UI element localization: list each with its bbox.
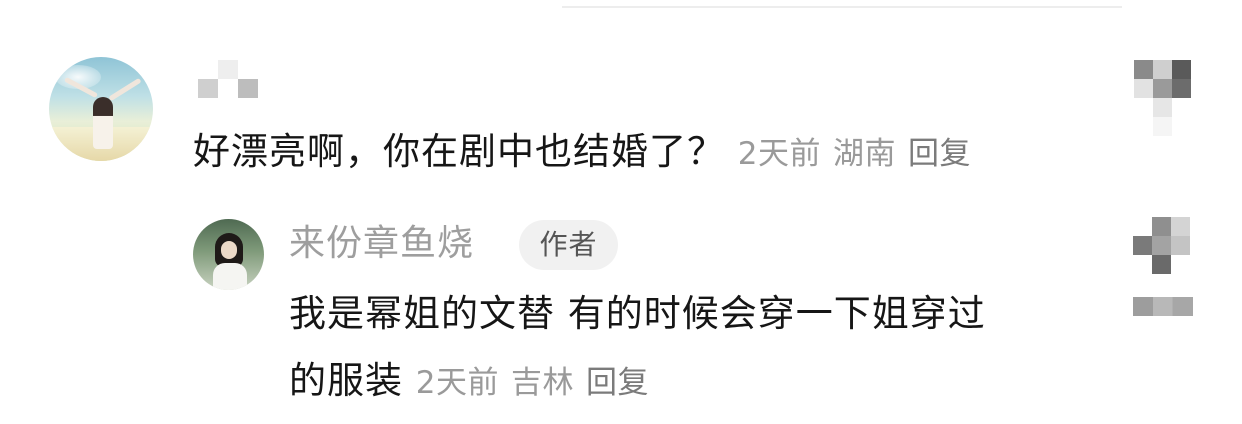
- author-badge: 作者: [519, 220, 618, 270]
- reply-author-name[interactable]: 来份章鱼烧: [289, 222, 474, 266]
- mosaic-cell: [218, 60, 238, 79]
- comment-body: 好漂亮啊，你在剧中也结婚了？ 2天前 湖南 回复: [193, 130, 971, 176]
- comment-location: 湖南: [833, 136, 896, 172]
- mosaic-cell: [218, 79, 238, 98]
- mosaic-cell: [198, 60, 218, 79]
- mosaic-cell: [1171, 236, 1190, 255]
- reply-time: 2天前: [415, 365, 499, 401]
- mosaic-cell: [238, 60, 258, 79]
- commenter-username-blurred[interactable]: [198, 60, 258, 98]
- mosaic-cell: [1134, 79, 1153, 98]
- mosaic-cell: [1171, 255, 1190, 274]
- commenter-avatar[interactable]: [49, 57, 153, 161]
- mosaic-cell: [1172, 60, 1191, 79]
- author-avatar[interactable]: [193, 219, 264, 290]
- mosaic-cell: [1172, 79, 1191, 98]
- avatar-figure-arm: [108, 77, 142, 102]
- reply-text-line1: 我是幂姐的文替 有的时候会穿一下姐穿过: [289, 292, 986, 335]
- mosaic-cell: [1153, 117, 1172, 136]
- mosaic-cell: [1133, 255, 1152, 274]
- avatar-face: [221, 241, 237, 259]
- avatar-figure: [93, 97, 113, 149]
- reply-text-line2: 的服装: [289, 359, 403, 402]
- reply-meta: 2天前 吉林 回复: [416, 365, 649, 401]
- mosaic-cell: [1153, 60, 1172, 79]
- mosaic-cell: [1153, 79, 1172, 98]
- mosaic-cell: [1171, 217, 1190, 236]
- mosaic-cell: [1134, 60, 1153, 79]
- comment-text: 好漂亮啊，你在剧中也结婚了？: [193, 130, 725, 173]
- mosaic-cell: [1133, 217, 1152, 236]
- mosaic-cell: [1134, 117, 1153, 136]
- mosaic-cell: [238, 79, 258, 98]
- mosaic-cell: [1152, 255, 1171, 274]
- mosaic-cell: [1134, 98, 1153, 117]
- mosaic-cell: [1152, 217, 1171, 236]
- mosaic-cell: [1172, 117, 1191, 136]
- reply-body-line2: 的服装 2天前 吉林 回复: [289, 359, 649, 405]
- reply-like-icon[interactable]: [1133, 217, 1190, 274]
- mosaic-cell: [198, 79, 218, 98]
- reply-location: 吉林: [511, 365, 574, 401]
- comment-thread: 好漂亮啊，你在剧中也结婚了？ 2天前 湖南 回复 来份章鱼烧 作者 我是幂姐的文替 …: [0, 0, 1242, 424]
- mosaic-cell: [1133, 236, 1152, 255]
- reply-reply-button[interactable]: 回复: [586, 365, 649, 401]
- comment-like-icon[interactable]: [1134, 60, 1191, 136]
- mosaic-cell: [1172, 98, 1191, 117]
- comment-meta: 2天前 湖南 回复: [738, 136, 971, 172]
- mosaic-cell: [1152, 236, 1171, 255]
- comment-reply-button[interactable]: 回复: [908, 136, 971, 172]
- mosaic-cell: [1153, 98, 1172, 117]
- comment-time: 2天前: [737, 136, 821, 172]
- reply-like-count-blurred: [1133, 297, 1193, 316]
- avatar-body: [213, 263, 247, 290]
